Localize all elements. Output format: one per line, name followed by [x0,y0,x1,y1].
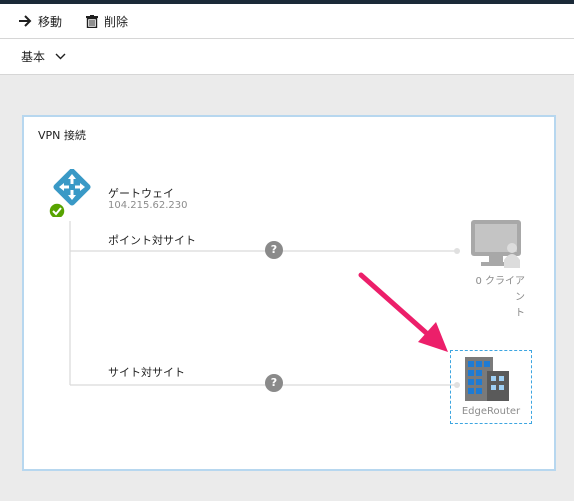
point-to-site-help-icon[interactable]: ? [265,241,283,259]
arrow-right-icon [19,15,32,27]
annotation-arrow-icon [358,272,448,352]
delete-button[interactable]: 削除 [86,9,128,33]
local-site-edgerouter[interactable]: EdgeRouter [450,350,532,424]
move-button[interactable]: 移動 [18,9,62,33]
chevron-down-icon [55,53,66,60]
command-bar: 移動 削除 [0,4,574,39]
delete-button-label: 削除 [104,14,129,29]
gateway-ip: 104.215.62.230 [108,200,188,211]
move-button-label: 移動 [38,14,63,29]
vpn-client-icon[interactable] [471,220,525,272]
essentials-toggle[interactable]: 基本 [21,48,66,65]
gateway-icon [48,169,91,217]
vpn-client-count-line2: ト [515,308,525,319]
site-to-site-label: サイト対サイト [108,366,185,379]
vpn-client-count: 0 クライアン ト [469,274,525,322]
vpn-client-count-line1: 0 クライアン [475,276,525,303]
gateway-name[interactable]: ゲートウェイ [108,185,174,201]
vpn-connections-tile[interactable]: VPN 接続 ゲートウェイ 104.215.62.230 ポイント対サイト ? … [22,115,556,471]
essentials-label: 基本 [21,50,46,64]
trash-icon [86,14,99,28]
point-to-site-label: ポイント対サイト [108,234,196,247]
building-icon [465,357,509,401]
status-ok-icon [48,202,66,217]
site-to-site-help-icon[interactable]: ? [265,374,283,392]
local-site-name: EdgeRouter [461,406,521,417]
essentials-bar: 基本 [0,39,574,75]
